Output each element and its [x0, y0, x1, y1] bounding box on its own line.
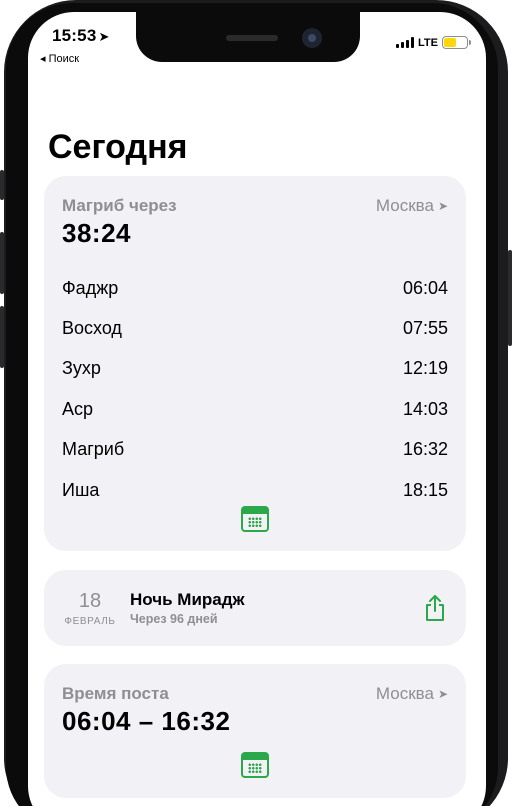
- prayer-row-sunrise: Восход 07:55: [62, 308, 448, 348]
- share-icon[interactable]: [424, 594, 446, 622]
- event-card[interactable]: 18 ФЕВРАЛЬ Ночь Мирадж Через 96 дней: [44, 570, 466, 646]
- prayer-name: Зухр: [62, 358, 101, 379]
- notch: [136, 12, 360, 62]
- prayer-row-fajr: Фаджр 06:04: [62, 268, 448, 308]
- prayer-list: Фаджр 06:04 Восход 07:55 Зухр 12:19 Аср …: [62, 268, 448, 510]
- prayer-time: 16:32: [402, 439, 448, 460]
- speaker-grille: [226, 35, 278, 41]
- event-title: Ночь Мирадж: [130, 590, 245, 609]
- prayer-time: 07:55: [402, 318, 448, 339]
- battery-icon: [442, 36, 471, 49]
- network-type: LTE: [418, 36, 438, 49]
- prayer-times-card[interactable]: Магриб через Москва ➤ 38:24 Фаджр 06:04 …: [44, 176, 466, 551]
- next-prayer-label: Магриб через: [62, 196, 177, 215]
- power-button: [508, 250, 512, 346]
- location-arrow-icon: ➤: [98, 29, 110, 44]
- page-title: Сегодня: [48, 128, 188, 166]
- status-time: 15:53 ➤: [52, 26, 110, 45]
- front-camera: [302, 28, 322, 48]
- prayer-row-isha: Иша 18:15: [62, 470, 448, 510]
- prayer-name: Фаджр: [62, 277, 119, 298]
- prayer-name: Восход: [62, 318, 122, 339]
- phone-screen: 15:53 ➤ ◂ Поиск LTE Сегодня Магриб через …: [28, 12, 486, 806]
- back-to-search-link[interactable]: ◂ Поиск: [40, 52, 79, 65]
- location-arrow-icon: ➤: [437, 199, 448, 213]
- event-day: 18: [78, 590, 102, 612]
- status-indicators: LTE: [396, 36, 471, 49]
- prayer-row-asr: Аср 14:03: [62, 389, 448, 429]
- calendar-icon[interactable]: [241, 506, 269, 532]
- prayer-time: 18:15: [402, 479, 448, 500]
- fasting-time-label: Время поста: [62, 684, 169, 703]
- event-subtitle: Через 96 дней: [130, 612, 218, 626]
- volume-up-button: [0, 232, 4, 294]
- prayer-row-dhuhr: Зухр 12:19: [62, 349, 448, 389]
- battery-level: [444, 38, 457, 47]
- phone-frame: 15:53 ➤ ◂ Поиск LTE Сегодня Магриб через …: [0, 0, 512, 806]
- mute-switch: [0, 170, 4, 200]
- volume-down-button: [0, 306, 4, 368]
- cellular-signal-icon: [396, 37, 415, 48]
- prayer-name: Иша: [62, 479, 100, 500]
- fasting-time-range: 06:04 – 16:32: [62, 706, 231, 736]
- prayer-row-maghrib: Магриб 16:32: [62, 430, 448, 470]
- city-name: Москва: [375, 196, 434, 215]
- city-name: Москва: [375, 684, 434, 703]
- calendar-icon[interactable]: [241, 752, 269, 778]
- prayer-name: Магриб: [62, 439, 125, 460]
- prayer-time: 12:19: [402, 358, 448, 379]
- prayer-name: Аср: [62, 398, 94, 419]
- prayer-time: 06:04: [402, 277, 448, 298]
- event-month: ФЕВРАЛЬ: [64, 616, 116, 627]
- prayer-time: 14:03: [402, 398, 448, 419]
- fasting-time-card[interactable]: Время поста Москва ➤ 06:04 – 16:32: [44, 664, 466, 798]
- city-selector[interactable]: Москва ➤: [376, 196, 448, 216]
- location-arrow-icon: ➤: [437, 687, 448, 701]
- city-selector[interactable]: Москва ➤: [376, 684, 448, 704]
- countdown-timer: 38:24: [62, 218, 131, 248]
